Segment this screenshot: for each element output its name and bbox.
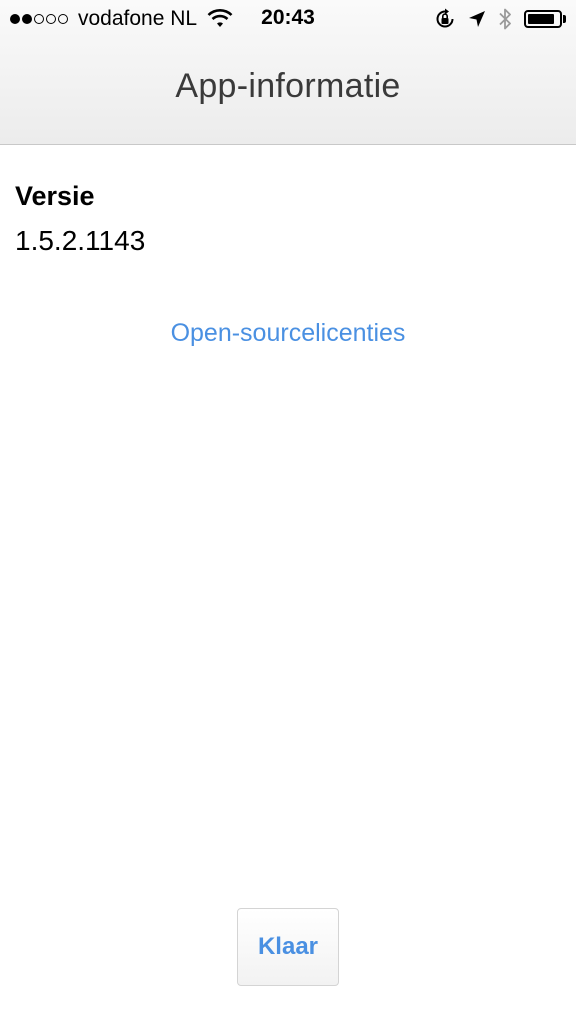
battery-level-fill [528, 14, 554, 24]
rotation-lock-icon [434, 8, 456, 30]
battery-tip [563, 15, 566, 23]
version-value: 1.5.2.1143 [15, 225, 146, 256]
location-arrow-icon [468, 10, 486, 28]
page-title: App-informatie [175, 66, 401, 105]
done-button[interactable]: Klaar [237, 908, 339, 986]
bluetooth-icon [498, 7, 512, 31]
battery-body [524, 10, 562, 28]
battery-icon [524, 10, 566, 28]
status-right [422, 7, 566, 31]
open-source-licenses-link[interactable]: Open-sourcelicenties [0, 319, 576, 348]
status-bar: vodafone NL 20:43 [0, 0, 576, 38]
app-info-screen: vodafone NL 20:43 App-informatie Versie … [0, 0, 576, 1024]
navigation-bar: App-informatie [0, 38, 576, 144]
top-bar: vodafone NL 20:43 App-informatie [0, 0, 576, 145]
version-label: Versie [15, 181, 95, 211]
